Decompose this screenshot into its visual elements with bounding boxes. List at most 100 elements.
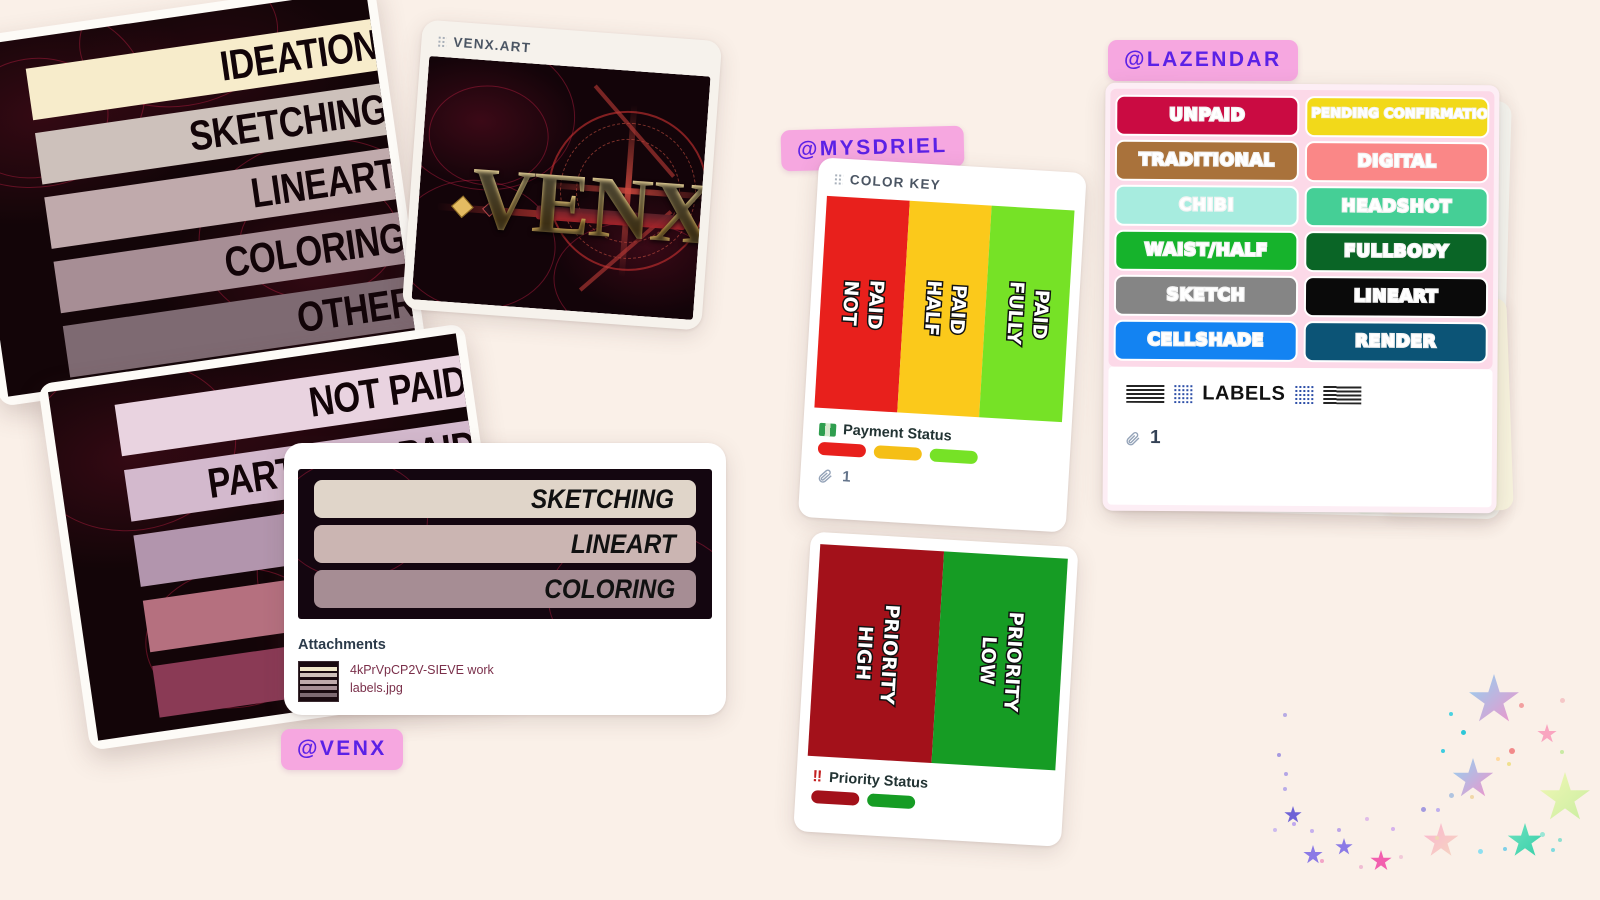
sparkle-glyph-icon [1173,384,1194,404]
star-icon [1507,823,1543,856]
sparkle-dot [1470,795,1474,799]
sparkle-dot [1391,827,1395,831]
sparkle-dot [1503,847,1507,851]
label-pill-text: LINEART [1353,285,1440,308]
sparkle-dot [1359,865,1363,869]
sparkle-dot [1421,807,1426,812]
handle-lazendar[interactable]: @LAZENDAR [1108,40,1298,81]
label-pill[interactable]: LINEART [1303,276,1489,319]
sparkle-glyph-icon [1126,383,1165,404]
sparkle-dot [1478,849,1483,854]
venx-wordmark: VENX [467,148,711,266]
payment-key-column: HALF PAID [896,200,993,418]
preview-row: SKETCHING [314,480,696,518]
label-pill[interactable]: CELLSHADE [1113,319,1298,362]
label-pill-text: SKETCH [1165,284,1247,307]
sparkle-dot [1435,836,1439,840]
label-pill-text: RENDER [1354,330,1438,353]
labels-title-row: LABELS [1108,367,1492,414]
sparkle-dot [1558,838,1562,842]
lazendar-card[interactable]: UNPAID PENDING CONFIRMATION TRADITIONAL … [1102,82,1500,514]
label-pill[interactable]: UNPAID [1115,94,1300,137]
label-pill-text: PENDING CONFIRMATION [1310,105,1490,123]
preview-row: COLORING [314,570,696,608]
priority-status-label: Priority Status [828,770,929,792]
label-pill-text: UNPAID [1168,104,1247,127]
mysdriel-card[interactable]: COLOR KEY NOT PAID HALF PAID FULLY PAID … [781,157,1096,847]
sparkle-dot [1292,822,1296,826]
priority-key-column: LOW PRIORITY [931,551,1068,771]
sparkle-dot [1441,749,1445,753]
lazendar-card-body: LABELS 1 [1107,366,1493,508]
status-chip[interactable] [866,793,916,810]
priority-key-word: LOW [974,634,1002,687]
venx-art-card[interactable]: VENX.ART VENX [401,19,723,331]
labels-pill-grid[interactable]: UNPAID PENDING CONFIRMATION TRADITIONAL … [1108,88,1495,370]
priority-key-word: PRIORITY [874,602,905,706]
label-pill[interactable]: TRADITIONAL [1114,139,1300,182]
status-chip[interactable] [810,789,860,806]
label-pill[interactable]: WAIST/HALF [1114,229,1299,272]
label-pill[interactable]: PENDING CONFIRMATION [1305,96,1490,139]
attachment-count: 1 [1149,426,1161,449]
handle-lazendar-label: @LAZENDAR [1124,48,1282,71]
preview-row-label: SKETCHING [530,483,675,514]
payment-key-word: PAID [1026,288,1054,342]
venx-preview-image[interactable]: SKETCHING LINEART COLORING [298,469,712,619]
drag-handle-icon[interactable] [437,35,447,48]
priority-key-card[interactable]: HIGH PRIORITY LOW PRIORITY ‼ Priority St… [793,531,1079,847]
sparkle-dot [1449,712,1453,716]
star-icon [1540,772,1590,820]
venx-artwork[interactable]: VENX [411,55,711,320]
label-pill-text: WAIST/HALF [1143,239,1269,262]
label-pill[interactable]: RENDER [1303,321,1488,364]
paperclip-icon [1126,431,1140,445]
label-pill-text: FULLBODY [1343,240,1450,263]
handle-venx[interactable]: @VENX [281,729,403,770]
label-pill-text: CELLSHADE [1146,329,1265,352]
status-chip[interactable] [929,448,979,465]
label-pill[interactable]: SKETCH [1113,274,1299,317]
sparkle-dot [1509,748,1515,754]
payment-color-key-image[interactable]: NOT PAID HALF PAID FULLY PAID [814,195,1075,423]
attachment-thumbnail-icon [298,661,339,702]
canvas: IDEATION SKETCHING LINEART COLORING OTHE… [0,0,1600,900]
sparkle-dot [1283,713,1287,717]
payment-row-label: NOT PAID [305,356,470,426]
payment-key-word: FULLY [1001,279,1030,347]
sparkle-glyph-icon [1323,385,1362,405]
color-key-card[interactable]: COLOR KEY NOT PAID HALF PAID FULLY PAID … [797,157,1087,533]
sparkle-glyph-icon [1294,384,1315,405]
sparkle-dot [1283,787,1287,791]
star-icon [1423,823,1459,856]
attachments-label: Attachments [298,637,386,653]
payment-attachment-row[interactable]: 1 [799,462,867,500]
priority-key-word: HIGH [850,624,878,683]
priority-key-word: PRIORITY [998,610,1029,714]
lazendar-attachment-row[interactable]: 1 [1108,411,1492,465]
paperclip-icon [818,469,832,483]
label-pill[interactable]: DIGITAL [1304,141,1490,184]
sparkle-dot [1399,855,1403,859]
star-icon [1537,724,1557,743]
label-pill[interactable]: FULLBODY [1304,231,1489,274]
sparkle-dot [1507,762,1511,766]
star-icon [1469,674,1519,722]
label-pill[interactable]: HEADSHOT [1304,186,1489,229]
drag-handle-icon[interactable] [833,172,844,186]
label-pill[interactable]: CHIBI [1114,184,1299,227]
priority-color-key-image[interactable]: HIGH PRIORITY LOW PRIORITY [807,544,1068,771]
payment-key-column: FULLY PAID [979,205,1075,423]
preview-row-label: COLORING [543,573,675,604]
star-icon [1335,838,1353,855]
sparkle-dot [1365,817,1369,821]
payment-key-word: HALF [918,278,946,338]
double-exclamation-icon: ‼ [811,768,823,786]
attachment-filename[interactable]: 4kPrVpCP2V-SIEVE work labels.jpg [350,661,500,697]
attachment-item[interactable]: 4kPrVpCP2V-SIEVE work labels.jpg [298,661,710,702]
status-chip[interactable] [817,441,867,458]
venx-art-card-title: VENX.ART [452,34,532,56]
status-chip[interactable] [873,445,923,461]
payment-key-column: NOT PAID [814,195,910,413]
venx-card[interactable]: SKETCHING LINEART COLORING Attachments 4… [284,443,726,715]
